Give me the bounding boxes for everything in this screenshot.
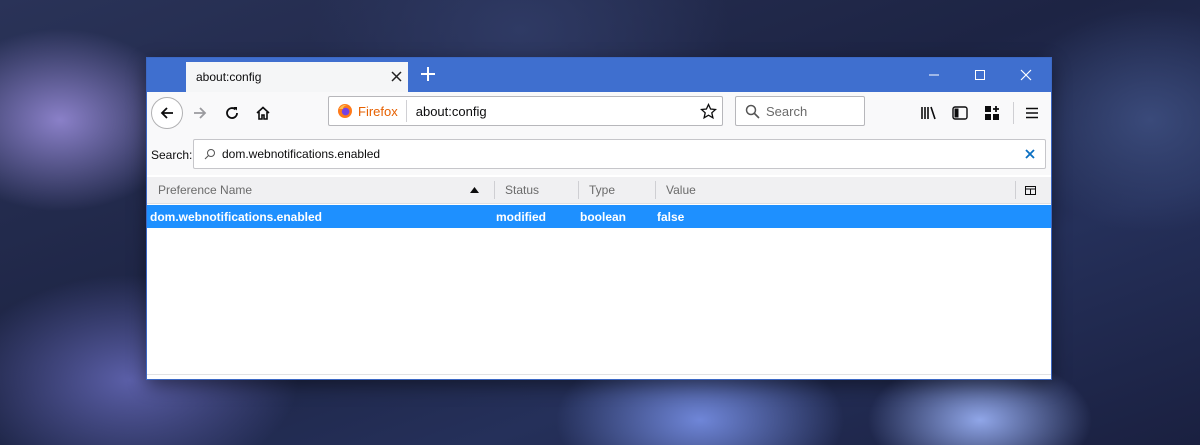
column-header-type[interactable]: Type [589,177,649,203]
table-row[interactable]: dom.webnotifications.enabled modified bo… [147,205,1051,228]
arrow-right-icon [194,107,207,119]
filter-value[interactable]: dom.webnotifications.enabled [222,147,1015,161]
site-identity[interactable]: Firefox [329,100,407,122]
url-text[interactable]: about:config [416,104,694,119]
sidebar-button[interactable] [945,98,975,128]
config-search-bar: Search: dom.webnotifications.enabled [147,135,1051,175]
search-icon [745,104,760,119]
plus-icon [421,67,435,81]
column-header-value[interactable]: Value [666,177,966,203]
nav-toolbar: Firefox about:config [147,92,1051,136]
extensions-button[interactable] [977,98,1007,128]
reload-button[interactable] [217,98,247,128]
cell-status: modified [496,209,546,224]
column-header-label: Type [589,183,616,197]
bookmark-star-button[interactable] [694,102,722,120]
minimize-icon [929,74,939,76]
clear-filter-button[interactable] [1015,146,1045,163]
maximize-icon [975,70,985,80]
star-icon [699,102,717,119]
tab-close-icon[interactable] [384,69,408,86]
back-button[interactable] [151,97,183,129]
column-header-preference-name[interactable]: Preference Name [158,177,488,203]
table-bottom-border [147,374,1051,375]
search-input[interactable] [764,102,858,120]
column-divider[interactable] [494,181,495,199]
title-bar: about:config [147,58,1051,92]
column-divider [1015,181,1016,199]
maximize-button[interactable] [957,58,1003,92]
hamburger-menu-icon [1026,107,1038,119]
column-picker-icon [1025,185,1036,195]
search-icon [204,149,215,160]
url-bar[interactable]: Firefox about:config [328,96,723,126]
sort-ascending-icon [470,187,479,193]
menu-button[interactable] [1017,98,1047,128]
column-header-row: Preference Name Status Type Value [147,177,1051,204]
home-button[interactable] [248,98,278,128]
column-header-label: Status [505,183,540,197]
close-window-button[interactable] [1003,58,1049,92]
cell-value: false [657,209,685,224]
column-picker-button[interactable] [1025,177,1039,203]
toolbar-separator [1013,102,1014,124]
config-filter-input[interactable]: dom.webnotifications.enabled [193,139,1046,169]
clear-x-icon [1025,148,1035,159]
search-bar[interactable] [735,96,865,126]
library-button[interactable] [914,98,944,128]
tab-about-config[interactable]: about:config [186,62,408,92]
identity-label: Firefox [358,103,398,119]
column-divider[interactable] [578,181,579,199]
firefox-logo-icon [338,104,352,118]
library-icon [921,106,936,120]
column-header-label: Value [666,183,696,197]
arrow-left-icon [160,107,173,119]
minimize-button[interactable] [911,58,957,92]
reload-icon [226,107,238,119]
cell-preference-name: dom.webnotifications.enabled [150,209,323,224]
close-icon [1020,69,1032,81]
forward-button[interactable] [185,98,215,128]
browser-window: about:config Firefox about:config Search… [147,58,1051,379]
column-header-label: Preference Name [158,183,253,197]
column-divider[interactable] [655,181,656,199]
filter-label: Search: [151,148,193,162]
column-header-status[interactable]: Status [505,177,575,203]
grid-plus-icon [985,106,999,120]
home-icon [256,106,270,120]
sidebar-icon [952,106,968,120]
new-tab-button[interactable] [415,64,441,88]
cell-type: boolean [580,209,627,224]
tab-title: about:config [196,70,262,84]
